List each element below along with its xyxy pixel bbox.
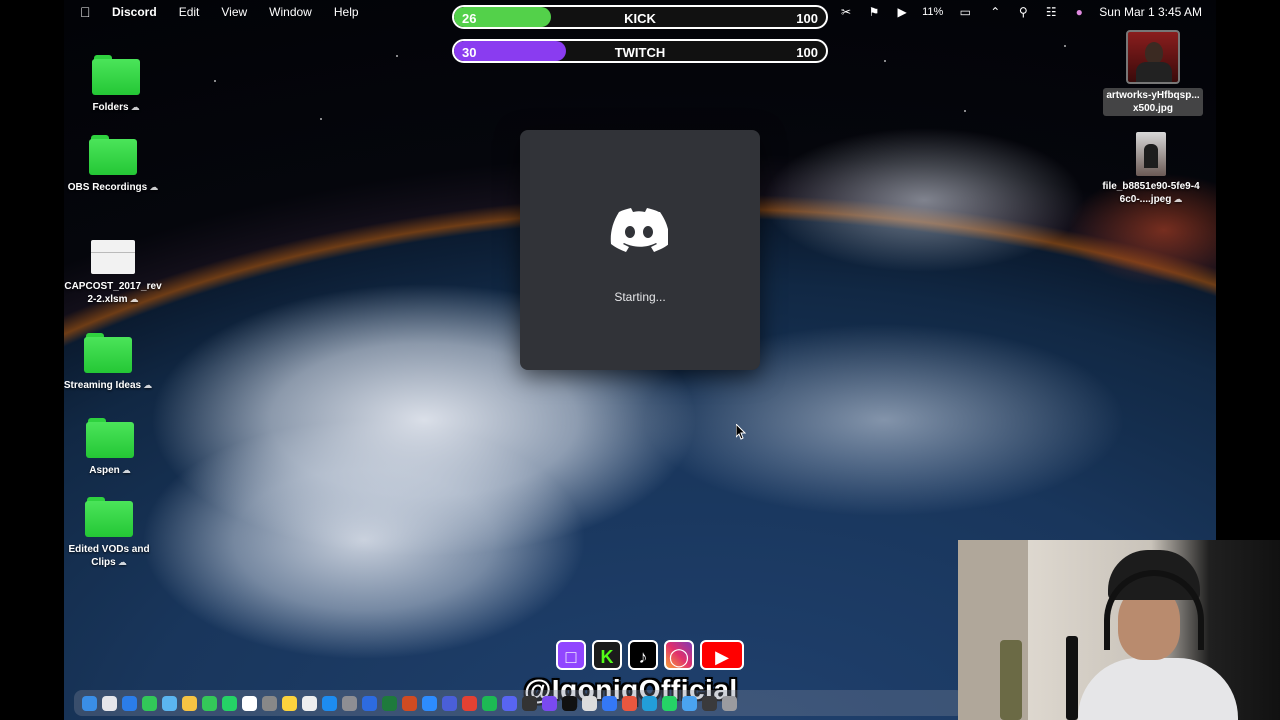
battery-icon[interactable]: ▭ [955, 6, 975, 18]
webcam-person-body [1078, 658, 1238, 720]
terminal-icon[interactable] [562, 695, 577, 711]
telegram-icon[interactable] [642, 695, 657, 711]
discord-logo-icon [610, 208, 668, 252]
desktop-icon-label: Aspen [89, 465, 120, 476]
facetime-icon[interactable] [202, 695, 217, 711]
mail-icon[interactable] [162, 695, 177, 711]
battery-percent: 11% [922, 6, 944, 18]
letterbox-right [1216, 0, 1280, 540]
folder-icon [85, 497, 133, 537]
whatsapp-2-icon[interactable] [662, 695, 677, 711]
keynote-icon[interactable] [602, 695, 617, 711]
twitch-goal-max: 100 [796, 45, 818, 60]
webcam-bottle [1000, 640, 1022, 720]
desktop-icon-label: Streaming Ideas [63, 380, 142, 391]
photos-icon[interactable] [182, 695, 197, 711]
control-center-icon[interactable]: ☷ [1043, 6, 1059, 18]
discord-dock-icon[interactable] [502, 695, 517, 711]
reminders-icon[interactable] [302, 695, 317, 711]
twitch-goal-bar: 30 TWITCH 100 [452, 39, 828, 63]
kick-goal-name: KICK [624, 11, 656, 26]
desktop-icon-capcost[interactable]: CAPCOST_2017_rev2-2.xlsm ☁ [63, 240, 163, 306]
menu-help[interactable]: Help [334, 5, 359, 19]
safari-icon[interactable] [122, 695, 137, 711]
wifi-icon[interactable]: ⌃ [987, 6, 1003, 18]
folder-icon [89, 135, 137, 175]
webcam-overlay [958, 540, 1280, 720]
youtube-icon: ▶ [700, 640, 744, 670]
social-icons-overlay: □ K ♪ ◯ ▶ [556, 640, 744, 674]
desktop-icon-streaming-ideas[interactable]: Streaming Ideas ☁ [58, 333, 158, 392]
menu-edit[interactable]: Edit [179, 5, 200, 19]
desktop-icon-artworks-image[interactable]: artworks-yHfbqsp...x500.jpg [1103, 30, 1203, 116]
discord-splash-window: Starting... [520, 130, 760, 370]
desktop-icon-label: CAPCOST_2017_rev2-2.xlsm [64, 281, 162, 305]
scissors-icon[interactable]: ✂ [838, 6, 854, 18]
zoom-icon[interactable] [422, 695, 437, 711]
acrobat-icon[interactable] [622, 695, 637, 711]
desktop-icon-label: artworks-yHfbqsp...x500.jpg [1103, 88, 1203, 116]
calendar-icon[interactable] [242, 695, 257, 711]
settings-icon[interactable] [342, 695, 357, 711]
folder-icon [84, 333, 132, 373]
trash-icon[interactable] [722, 695, 737, 711]
mouse-cursor-icon [736, 424, 746, 440]
desktop-icon-label: OBS Recordings [67, 182, 148, 193]
webcam-microphone [1066, 636, 1078, 720]
activity-icon[interactable] [702, 695, 717, 711]
menu-bar-clock[interactable]: Sun Mar 1 3:45 AM [1099, 5, 1202, 19]
spotify-icon[interactable] [482, 695, 497, 711]
obs-icon[interactable] [522, 695, 537, 711]
launchpad-icon[interactable] [102, 695, 117, 711]
folder-icon [86, 418, 134, 458]
siri-icon[interactable]: ● [1071, 6, 1087, 18]
menu-window[interactable]: Window [269, 5, 312, 19]
chrome-icon[interactable] [462, 695, 477, 711]
desktop-icon-aspen[interactable]: Aspen ☁ [60, 418, 160, 477]
messages-icon[interactable] [142, 695, 157, 711]
notes-icon[interactable] [282, 695, 297, 711]
whatsapp-icon[interactable] [222, 695, 237, 711]
letterbox-left [0, 0, 64, 720]
desktop-icon-obs-recordings[interactable]: OBS Recordings ☁ [63, 135, 163, 194]
tiktok-icon: ♪ [628, 640, 658, 670]
files-icon[interactable] [682, 695, 697, 711]
dock [74, 690, 964, 716]
flag-icon[interactable]: ⚑ [866, 6, 882, 18]
preview-icon[interactable] [582, 695, 597, 711]
image-thumbnail [1126, 30, 1180, 84]
twitch-goal-name: TWITCH [614, 45, 666, 60]
kick-goal-max: 100 [796, 11, 818, 26]
powerpoint-icon[interactable] [402, 695, 417, 711]
teams-icon[interactable] [442, 695, 457, 711]
desktop-icon-file-jpeg[interactable]: file_b8851e90-5fe9-46c0-....jpeg ☁ [1101, 132, 1201, 206]
desktop-icon-edited-vods[interactable]: Edited VODs and Clips ☁ [59, 497, 159, 569]
desktop-icon-folders[interactable]: Folders ☁ [66, 55, 166, 114]
capcut-icon[interactable] [542, 695, 557, 711]
kick-icon: K [592, 640, 622, 670]
desktop-icon-label: Folders [92, 102, 129, 113]
splash-status-text: Starting... [614, 290, 666, 304]
app-store-icon[interactable] [322, 695, 337, 711]
spreadsheet-icon [91, 240, 135, 274]
excel-icon[interactable] [382, 695, 397, 711]
play-icon[interactable]: ▶ [894, 6, 910, 18]
contacts-icon[interactable] [262, 695, 277, 711]
kick-goal-bar: 26 KICK 100 [452, 5, 828, 29]
desktop-icon-label: Edited VODs and Clips [68, 544, 150, 568]
image-thumbnail [1136, 132, 1166, 176]
folder-icon [92, 55, 140, 95]
menu-view[interactable]: View [221, 5, 247, 19]
search-icon[interactable]: ⚲ [1015, 6, 1031, 18]
apple-logo-icon[interactable]:  [80, 4, 94, 20]
menu-app-name[interactable]: Discord [112, 5, 157, 19]
finder-icon[interactable] [82, 695, 97, 711]
desktop-icon-label: file_b8851e90-5fe9-46c0-....jpeg [1102, 181, 1200, 205]
instagram-icon: ◯ [664, 640, 694, 670]
twitch-icon: □ [556, 640, 586, 670]
word-icon[interactable] [362, 695, 377, 711]
